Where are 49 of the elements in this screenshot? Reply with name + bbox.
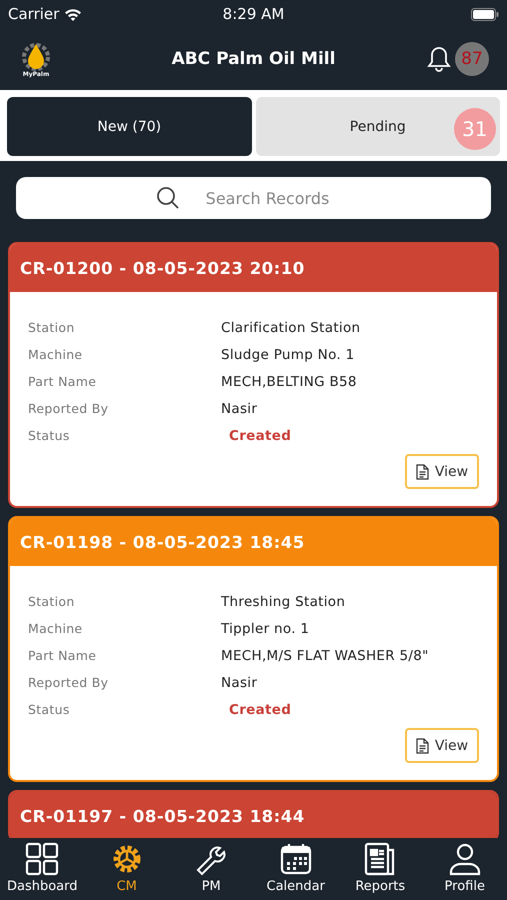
record-title: CR-01198 - 08-05-2023 18:45 <box>20 532 305 552</box>
nav-item[interactable]: CM <box>84 838 169 900</box>
field-label: Station <box>28 594 76 609</box>
view-button[interactable]: View <box>405 728 479 763</box>
field-value: Threshing Station <box>221 594 346 610</box>
grid-icon <box>25 842 60 876</box>
view-button[interactable]: View <box>405 454 479 489</box>
field-label: Status <box>28 428 71 443</box>
document-icon <box>416 464 429 480</box>
tab[interactable]: New (70) <box>7 97 252 156</box>
field-value: Nasir <box>221 674 258 690</box>
clock-time: 8:29 AM <box>222 5 284 23</box>
field-value: Clarification Station <box>221 320 360 336</box>
carrier-label: Carrier <box>8 5 60 23</box>
field-label: Machine <box>28 347 84 362</box>
battery-icon <box>471 8 499 20</box>
record-title: CR-01197 - 08-05-2023 18:44 <box>20 806 305 826</box>
field-value: MECH,BELTING B58 <box>221 374 357 390</box>
field-label: Reported By <box>28 401 110 416</box>
field-label: Machine <box>28 621 84 636</box>
field-value: Created <box>228 426 292 446</box>
field-label: Station <box>28 320 76 335</box>
logo-icon <box>21 40 51 70</box>
search-icon <box>156 186 180 210</box>
document-icon <box>416 738 429 754</box>
nav-item[interactable]: Reports <box>338 838 422 900</box>
field-value: Created <box>228 700 292 720</box>
person-icon <box>448 842 482 876</box>
field-value: Nasir <box>221 400 258 416</box>
field-label: Reported By <box>28 675 110 690</box>
nav-item[interactable]: PM <box>169 838 254 900</box>
nav-item[interactable]: Profile <box>422 838 507 900</box>
field-value: Sludge Pump No. 1 <box>221 346 354 362</box>
bell-icon[interactable] <box>427 46 451 72</box>
search-field[interactable]: Search Records <box>16 177 491 219</box>
calendar-icon <box>278 842 313 876</box>
mill-title: ABC Palm Oil Mill <box>172 49 336 69</box>
record-header[interactable]: CR-01197 - 08-05-2023 18:44 <box>10 792 497 838</box>
field-label: Part Name <box>28 648 98 663</box>
record-header[interactable]: CR-01200 - 08-05-2023 20:10 <box>10 244 497 292</box>
nav-item[interactable]: Calendar <box>254 838 338 900</box>
field-value: Tippler no. 1 <box>221 620 310 636</box>
nav-item[interactable]: Dashboard <box>0 838 84 900</box>
record-title: CR-01200 - 08-05-2023 20:10 <box>20 258 305 278</box>
field-label: Status <box>28 702 71 717</box>
notification-count: 87 <box>455 42 489 76</box>
field-value: MECH,M/S FLAT WASHER 5/8" <box>221 648 429 664</box>
field-label: Part Name <box>28 374 98 389</box>
wifi-icon <box>64 8 82 20</box>
